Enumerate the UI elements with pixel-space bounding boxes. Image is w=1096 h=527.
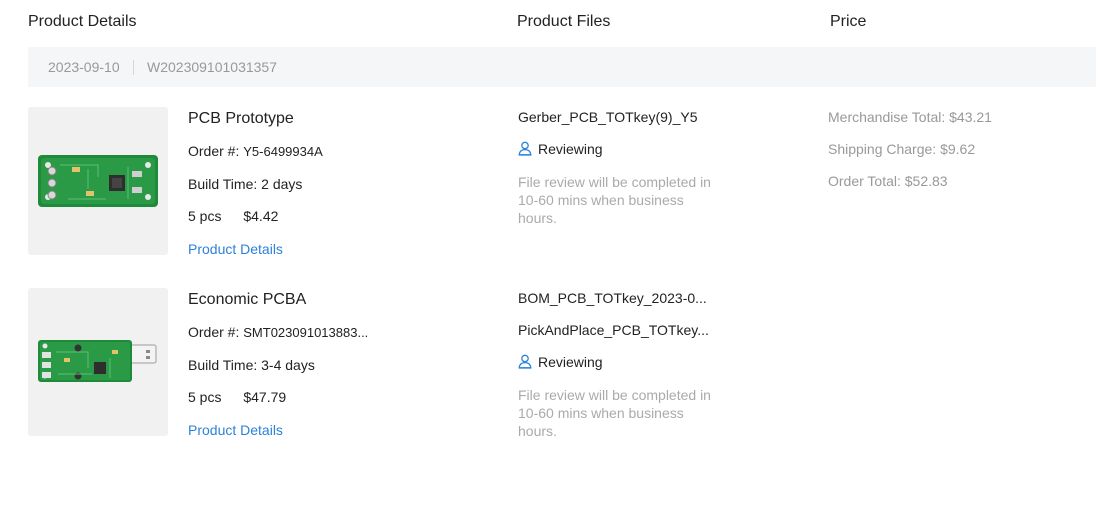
review-status: Reviewing [518, 354, 603, 370]
order-number-line: Order #: SMT023091013883... [188, 324, 368, 340]
order-number: W202309101031357 [147, 59, 278, 75]
product-file-pick-and-place[interactable]: PickAndPlace_PCB_TOTkey... [518, 322, 709, 338]
product-file-gerber[interactable]: Gerber_PCB_TOTkey(9)_Y5 [518, 109, 697, 125]
product-details-link[interactable]: Product Details [188, 422, 283, 438]
pcb-board-image [38, 155, 158, 207]
review-status-text: Reviewing [538, 141, 603, 157]
product-thumbnail-pcb[interactable] [28, 107, 168, 255]
unit-price: $47.79 [243, 389, 287, 405]
order-number-line: Order #: Y5-6499934A [188, 143, 323, 159]
quantity: 5 pcs [188, 389, 222, 405]
build-time-value: 3-4 days [261, 357, 315, 373]
build-time-label: Build Time: [188, 357, 258, 373]
order-label: Order #: [188, 143, 240, 159]
build-time-line: Build Time: 2 days [188, 176, 302, 192]
divider [133, 60, 134, 75]
order-number-value: Y5-6499934A [243, 144, 323, 159]
shipping-charge: Shipping Charge: $9.62 [828, 141, 976, 157]
order-total: Order Total: $52.83 [828, 173, 948, 189]
product-file-bom[interactable]: BOM_PCB_TOTkey_2023-0... [518, 290, 707, 306]
quantity-price-line: 5 pcs $4.42 [188, 208, 278, 224]
order-date: 2023-09-10 [48, 59, 120, 75]
review-note: File review will be completed in 10-60 m… [518, 174, 711, 226]
pcba-board-image [38, 340, 157, 382]
review-status-text: Reviewing [538, 354, 603, 370]
order-number-value: SMT023091013883... [243, 325, 369, 340]
build-time-value: 2 days [261, 176, 303, 192]
unit-price: $4.42 [243, 208, 279, 224]
product-thumbnail-pcba[interactable] [28, 288, 168, 436]
reviewer-icon [518, 354, 532, 369]
order-page: Product Details Product Files Price 2023… [0, 0, 1096, 527]
column-header-product-details: Product Details [28, 13, 137, 30]
column-header-price: Price [830, 13, 867, 30]
product-row-economic-pcba: Economic PCBA Order #: SMT023091013883..… [0, 288, 1096, 439]
merchandise-total: Merchandise Total: $43.21 [828, 109, 992, 125]
column-header-product-files: Product Files [517, 13, 611, 30]
build-time-line: Build Time: 3-4 days [188, 357, 315, 373]
product-details-link[interactable]: Product Details [188, 241, 283, 257]
review-status: Reviewing [518, 141, 603, 157]
order-summary-bar: 2023-09-10 W202309101031357 [28, 47, 1096, 87]
order-label: Order #: [188, 324, 240, 340]
product-name: PCB Prototype [188, 110, 294, 127]
review-note: File review will be completed in 10-60 m… [518, 387, 711, 439]
build-time-label: Build Time: [188, 176, 258, 192]
reviewer-icon [518, 141, 532, 156]
quantity-price-line: 5 pcs $47.79 [188, 389, 286, 405]
quantity: 5 pcs [188, 208, 222, 224]
product-name: Economic PCBA [188, 291, 307, 308]
